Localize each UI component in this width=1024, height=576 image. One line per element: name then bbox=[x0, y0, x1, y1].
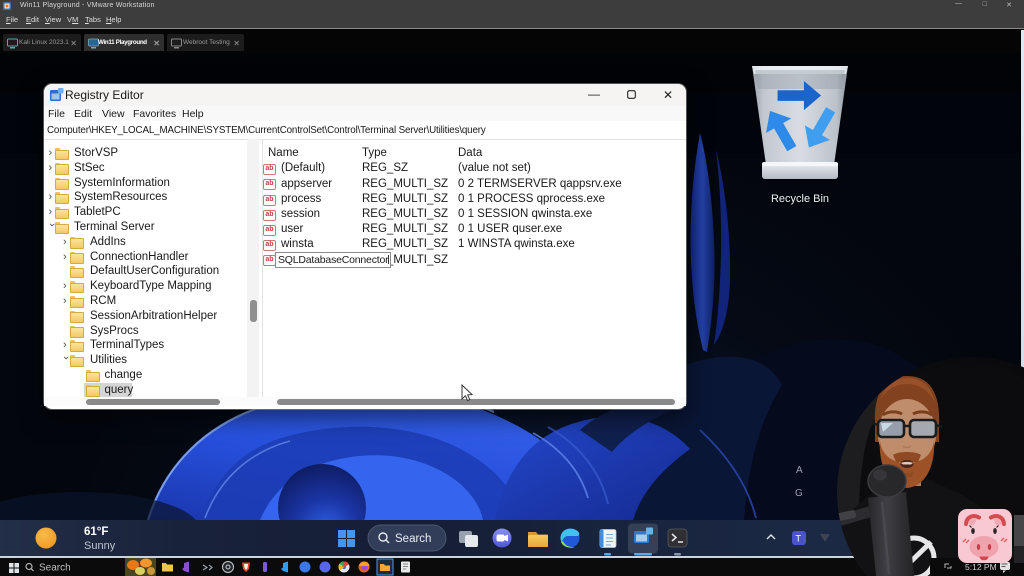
svg-text:Sunny: Sunny bbox=[84, 540, 116, 552]
svg-text:Search: Search bbox=[39, 563, 71, 574]
svg-text:Search: Search bbox=[395, 533, 431, 545]
svg-text:61°F: 61°F bbox=[84, 526, 108, 538]
